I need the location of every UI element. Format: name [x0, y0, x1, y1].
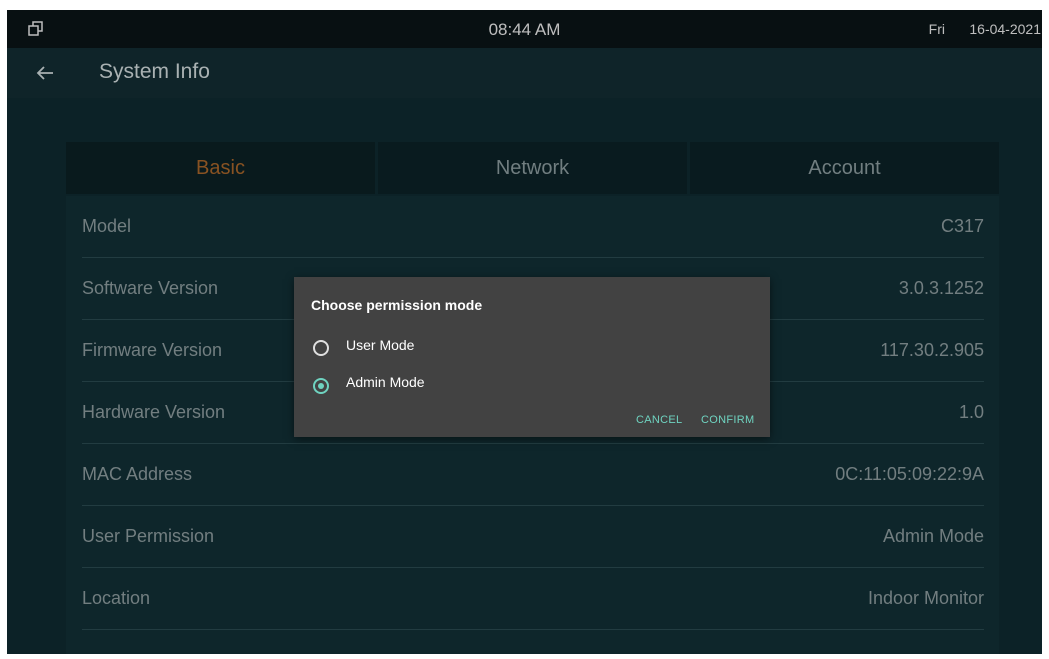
admin-mode-option[interactable]: Admin Mode: [311, 374, 611, 397]
device-screen: 08:44 AM Fri 16-04-2021 System Info Basi…: [7, 10, 1042, 654]
confirm-button[interactable]: CONFIRM: [701, 414, 754, 426]
permission-mode-dialog: Choose permission mode User Mode Admin M…: [294, 277, 770, 437]
cancel-button[interactable]: CANCEL: [636, 414, 682, 426]
radio-unchecked-icon[interactable]: [313, 340, 329, 356]
option-label: Admin Mode: [346, 374, 425, 390]
option-label: User Mode: [346, 337, 415, 353]
dialog-title: Choose permission mode: [311, 297, 483, 313]
user-mode-option[interactable]: User Mode: [311, 337, 611, 359]
radio-checked-icon[interactable]: [313, 378, 329, 394]
